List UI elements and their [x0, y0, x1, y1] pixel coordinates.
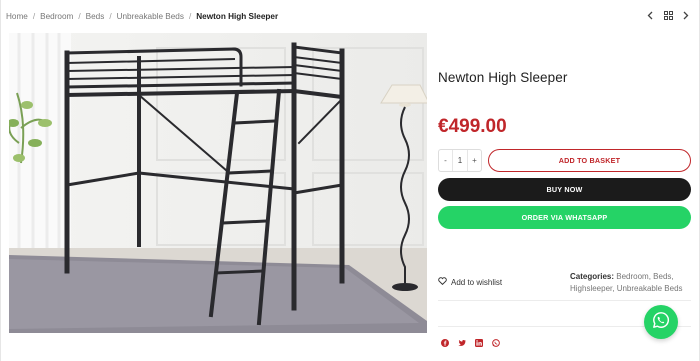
- share-icons: [440, 338, 500, 347]
- product-price: €499.00: [438, 116, 507, 137]
- linkedin-icon[interactable]: [474, 338, 483, 347]
- add-to-basket-button[interactable]: ADD TO BASKET: [488, 149, 691, 172]
- chevron-right-icon[interactable]: [681, 9, 691, 21]
- floating-whatsapp-button[interactable]: [644, 305, 678, 339]
- product-title: Newton High Sleeper: [438, 70, 568, 85]
- facebook-icon[interactable]: [440, 338, 449, 347]
- breadcrumb-home[interactable]: Home: [6, 12, 28, 21]
- breadcrumb-separator: /: [32, 11, 36, 21]
- quantity-increase-button[interactable]: +: [468, 150, 481, 171]
- chevron-left-icon[interactable]: [645, 9, 655, 21]
- whatsapp-icon[interactable]: [491, 338, 500, 347]
- breadcrumb-separator: /: [78, 11, 81, 21]
- breadcrumb-unbreakable-beds[interactable]: Unbreakable Beds: [117, 12, 184, 21]
- high-sleeper-photo: [9, 33, 427, 333]
- breadcrumb-bedroom[interactable]: Bedroom: [40, 12, 73, 21]
- grid-icon[interactable]: [663, 9, 673, 21]
- breadcrumb-beds[interactable]: Beds: [86, 12, 105, 21]
- category-link-beds[interactable]: Beds: [653, 272, 671, 281]
- buy-now-button[interactable]: BUY NOW: [438, 178, 691, 201]
- wishlist-label: Add to wishlist: [451, 277, 503, 287]
- product-navigation: [645, 9, 691, 21]
- category-link-bedroom[interactable]: Bedroom: [616, 272, 648, 281]
- quantity-input[interactable]: 1: [452, 150, 468, 171]
- breadcrumb-current: Newton High Sleeper: [196, 11, 279, 21]
- product-image[interactable]: [9, 33, 427, 333]
- order-via-whatsapp-button[interactable]: ORDER VIA WHATSAPP: [438, 206, 691, 229]
- page-frame: Home / Bedroom / Beds / Unbreakable Beds…: [0, 0, 700, 361]
- breadcrumb-separator: /: [188, 11, 192, 21]
- twitter-icon[interactable]: [457, 338, 466, 347]
- product-categories: Categories: Bedroom, Beds, Highsleeper, …: [570, 272, 683, 293]
- breadcrumb: Home / Bedroom / Beds / Unbreakable Beds…: [6, 10, 278, 22]
- breadcrumb-separator: /: [109, 11, 112, 21]
- category-link-highsleeper[interactable]: Highsleeper: [570, 284, 612, 293]
- divider: [438, 300, 691, 301]
- heart-icon: [438, 277, 447, 287]
- quantity-decrease-button[interactable]: -: [439, 150, 452, 171]
- categories-label: Categories:: [570, 272, 615, 281]
- quantity-stepper: - 1 +: [438, 149, 482, 172]
- whatsapp-icon: [652, 311, 670, 334]
- category-link-unbreakable-beds[interactable]: Unbreakable Beds: [617, 284, 683, 293]
- add-to-wishlist-link[interactable]: Add to wishlist: [438, 277, 502, 287]
